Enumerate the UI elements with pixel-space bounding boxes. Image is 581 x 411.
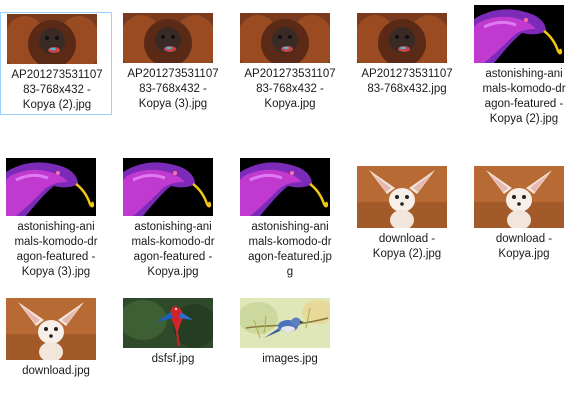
file-name-line: agon-featured - bbox=[133, 251, 213, 263]
file-thumbnail bbox=[240, 13, 330, 63]
file-item[interactable]: images.jpg bbox=[234, 297, 346, 370]
file-name-line: Kopya.jpg bbox=[147, 266, 199, 278]
file-name-line: AP201273531107 bbox=[361, 68, 453, 80]
file-name-label: download.jpg bbox=[0, 364, 112, 379]
file-name-line: download.jpg bbox=[22, 365, 90, 377]
file-thumbnail bbox=[6, 298, 96, 360]
file-grid: AP201273531107 83-768x432 - Kopya (2).jpg … bbox=[0, 0, 581, 411]
file-thumbnail bbox=[123, 13, 213, 63]
file-thumbnail bbox=[240, 158, 330, 216]
file-thumbnail bbox=[357, 13, 447, 63]
file-name-label: astonishing-ani mals-komodo-dr agon-featur… bbox=[234, 220, 346, 280]
file-name-line: download - bbox=[495, 233, 553, 245]
file-name-line: agon-featured.jp bbox=[248, 251, 332, 263]
file-name-line: astonishing-ani bbox=[134, 221, 212, 233]
file-name-label: AP201273531107 83-768x432.jpg bbox=[351, 67, 463, 97]
file-name-label: download - Kopya (2).jpg bbox=[351, 232, 463, 262]
file-name-line: Kopya.jpg bbox=[264, 98, 316, 110]
file-name-line: 83-768x432 - bbox=[256, 83, 324, 95]
file-thumbnail bbox=[240, 298, 330, 348]
file-item[interactable]: AP201273531107 83-768x432 - Kopya.jpg bbox=[234, 12, 346, 115]
file-thumbnail bbox=[357, 166, 447, 228]
file-thumbnail bbox=[6, 158, 96, 216]
file-name-label: images.jpg bbox=[234, 352, 346, 367]
file-name-line: Kopya.jpg bbox=[498, 248, 550, 260]
file-name-line: Kopya (2).jpg bbox=[489, 113, 559, 125]
file-name-line: mals-komodo-dr bbox=[131, 236, 215, 248]
file-name-line: astonishing-ani bbox=[485, 68, 563, 80]
file-item[interactable]: AP201273531107 83-768x432 - Kopya (2).jpg bbox=[0, 12, 112, 115]
file-name-line: Kopya (3).jpg bbox=[138, 98, 208, 110]
file-name-line: AP201273531107 bbox=[127, 68, 219, 80]
file-thumbnail bbox=[7, 14, 97, 64]
file-name-line: mals-komodo-dr bbox=[482, 83, 566, 95]
file-item[interactable]: download - Kopya (2).jpg bbox=[351, 165, 463, 265]
file-name-label: AP201273531107 83-768x432 - Kopya (2).jpg bbox=[1, 68, 113, 113]
file-item[interactable]: astonishing-ani mals-komodo-dr agon-featur… bbox=[234, 158, 346, 291]
file-thumbnail bbox=[474, 166, 564, 228]
file-item[interactable]: astonishing-ani mals-komodo-dr agon-featur… bbox=[0, 158, 112, 291]
file-name-line: Kopya (3).jpg bbox=[21, 266, 91, 278]
file-name-line: images.jpg bbox=[262, 353, 318, 365]
file-name-line: AP201273531107 bbox=[244, 68, 336, 80]
file-name-line: dsfsf.jpg bbox=[151, 353, 195, 365]
file-name-label: download - Kopya.jpg bbox=[468, 232, 580, 262]
file-item[interactable]: download.jpg bbox=[0, 297, 112, 382]
file-name-label: astonishing-ani mals-komodo-dr agon-featur… bbox=[117, 220, 229, 280]
file-name-line: mals-komodo-dr bbox=[14, 236, 98, 248]
file-name-label: dsfsf.jpg bbox=[117, 352, 229, 367]
file-name-line: download - bbox=[378, 233, 436, 245]
file-item[interactable]: astonishing-ani mals-komodo-dr agon-featur… bbox=[468, 5, 580, 138]
file-name-line: astonishing-ani bbox=[251, 221, 329, 233]
file-name-line: 83-768x432 - bbox=[139, 83, 207, 95]
file-item[interactable]: astonishing-ani mals-komodo-dr agon-featur… bbox=[117, 158, 229, 291]
file-name-line: astonishing-ani bbox=[17, 221, 95, 233]
file-item[interactable]: AP201273531107 83-768x432 - Kopya (3).jpg bbox=[117, 12, 229, 115]
file-name-line: 83-768x432 - bbox=[23, 84, 91, 96]
file-thumbnail bbox=[123, 298, 213, 348]
file-name-line: AP201273531107 bbox=[11, 69, 103, 81]
file-name-label: astonishing-ani mals-komodo-dr agon-featur… bbox=[468, 67, 580, 127]
file-name-line: 83-768x432.jpg bbox=[367, 83, 447, 95]
file-name-line: g bbox=[286, 266, 294, 278]
file-name-line: agon-featured - bbox=[16, 251, 96, 263]
file-thumbnail bbox=[123, 158, 213, 216]
file-name-line: Kopya (2).jpg bbox=[372, 248, 442, 260]
file-item[interactable]: AP201273531107 83-768x432.jpg bbox=[351, 12, 463, 100]
file-name-label: AP201273531107 83-768x432 - Kopya (3).jpg bbox=[117, 67, 229, 112]
file-item[interactable]: dsfsf.jpg bbox=[117, 297, 229, 370]
file-name-line: Kopya (2).jpg bbox=[22, 99, 92, 111]
file-name-line: agon-featured - bbox=[484, 98, 564, 110]
file-name-label: AP201273531107 83-768x432 - Kopya.jpg bbox=[234, 67, 346, 112]
file-name-line: mals-komodo-dr bbox=[248, 236, 332, 248]
file-name-label: astonishing-ani mals-komodo-dr agon-featur… bbox=[0, 220, 112, 280]
file-item[interactable]: download - Kopya.jpg bbox=[468, 165, 580, 265]
file-thumbnail bbox=[474, 5, 564, 63]
